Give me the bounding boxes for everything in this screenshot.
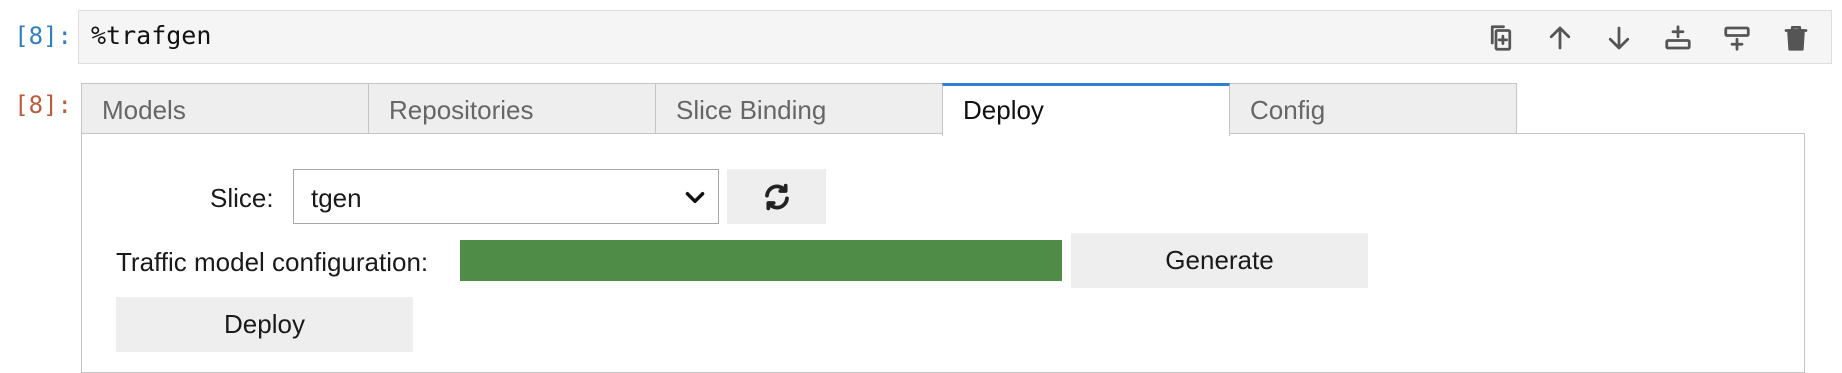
trash-icon bbox=[1784, 26, 1808, 51]
tab-models[interactable]: Models bbox=[81, 83, 369, 134]
refresh-icon bbox=[764, 183, 789, 210]
insert-above-button[interactable] bbox=[1655, 20, 1701, 56]
tab-repositories[interactable]: Repositories bbox=[368, 83, 656, 134]
insert-above-icon bbox=[1665, 25, 1691, 50]
slice-label: Slice: bbox=[210, 183, 274, 213]
generate-button[interactable]: Generate bbox=[1071, 233, 1368, 288]
traffic-progress-bar bbox=[460, 240, 1062, 281]
insert-below-button[interactable] bbox=[1714, 20, 1760, 56]
move-up-button[interactable] bbox=[1537, 20, 1583, 56]
tab-deploy[interactable]: Deploy bbox=[942, 83, 1230, 136]
refresh-button[interactable] bbox=[727, 169, 826, 224]
duplicate-cell-button[interactable] bbox=[1478, 20, 1524, 56]
insert-below-icon bbox=[1724, 26, 1750, 51]
output-prompt: [8]: bbox=[14, 91, 72, 119]
chevron-down-icon bbox=[682, 184, 708, 210]
arrow-up-icon bbox=[1549, 26, 1571, 50]
traffic-model-label: Traffic model configuration: bbox=[116, 247, 429, 277]
code-text[interactable]: %trafgen bbox=[91, 21, 211, 50]
deploy-button[interactable]: Deploy bbox=[116, 297, 413, 352]
slice-select[interactable]: tgen bbox=[293, 169, 719, 224]
duplicate-icon bbox=[1490, 25, 1512, 51]
delete-cell-button[interactable] bbox=[1773, 20, 1819, 56]
tab-slice-binding[interactable]: Slice Binding bbox=[655, 83, 943, 134]
input-prompt: [8]: bbox=[14, 22, 72, 50]
traffic-progress-fill bbox=[460, 240, 1062, 281]
code-cell-input[interactable]: %trafgen bbox=[78, 10, 1832, 64]
cell-toolbar bbox=[1478, 20, 1819, 56]
slice-select-value: tgen bbox=[311, 183, 362, 213]
move-down-button[interactable] bbox=[1596, 20, 1642, 56]
arrow-down-icon bbox=[1608, 26, 1630, 50]
tab-config[interactable]: Config bbox=[1229, 83, 1517, 134]
